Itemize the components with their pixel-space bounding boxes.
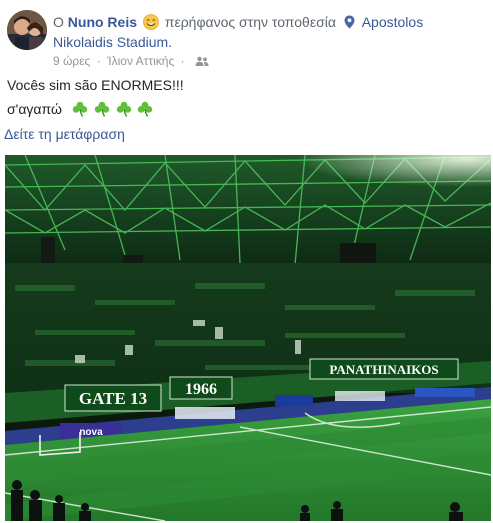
gate13-banner: GATE 13 xyxy=(64,384,162,412)
banner-gate13: GATE 13 xyxy=(79,389,147,408)
smiling-face-icon xyxy=(143,14,159,30)
feeling-text: περήφανος στην τοποθεσία xyxy=(164,14,336,30)
shamrock-icon xyxy=(72,101,87,117)
post-meta: 9 ώρες · Ίλιον Αττικής · xyxy=(53,53,209,69)
post-text-line2: σ'αγαπώ xyxy=(7,100,155,122)
location-link-line2[interactable]: Nikolaidis Stadium. xyxy=(53,32,172,52)
post-header: O Nuno Reis περήφανος στην τοποθεσία Apo… xyxy=(53,12,483,32)
author-avatar[interactable] xyxy=(7,10,47,50)
banner-year: 1966 xyxy=(185,381,217,398)
friends-icon[interactable] xyxy=(195,56,209,66)
meta-separator-2: · xyxy=(180,54,185,68)
post-text-love: σ'αγαπώ xyxy=(7,101,62,117)
avatar-image xyxy=(7,10,47,50)
shamrock-icon xyxy=(138,101,153,117)
post-photo[interactable]: GATE 13 1966 PANATHINAIKOS nova xyxy=(5,155,491,521)
location-link-line1[interactable]: Apostolos xyxy=(362,14,423,30)
meta-separator: · xyxy=(96,54,101,68)
shamrock-icon xyxy=(94,101,109,117)
see-translation-link[interactable]: Δείτε τη μετάφραση xyxy=(4,125,125,144)
post-place[interactable]: Ίλιον Αττικής xyxy=(107,54,174,68)
stadium-photo: GATE 13 1966 PANATHINAIKOS nova xyxy=(5,155,491,521)
post-timestamp[interactable]: 9 ώρες xyxy=(53,54,90,68)
shamrock-emoji-row xyxy=(72,101,156,122)
year-banner: 1966 xyxy=(169,376,233,400)
author-name[interactable]: Nuno Reis xyxy=(68,14,137,30)
post-text-line1: Vocês sim são ENORMES!!! xyxy=(7,77,184,93)
location-pin-icon xyxy=(344,15,355,29)
shamrock-icon xyxy=(116,101,131,117)
banner-panathinaikos: PANATHINAIKOS xyxy=(329,362,438,377)
panathinaikos-banner: PANATHINAIKOS xyxy=(309,358,459,380)
facebook-post: O Nuno Reis περήφανος στην τοποθεσία Apo… xyxy=(0,0,493,523)
header-prefix: O xyxy=(53,14,64,30)
